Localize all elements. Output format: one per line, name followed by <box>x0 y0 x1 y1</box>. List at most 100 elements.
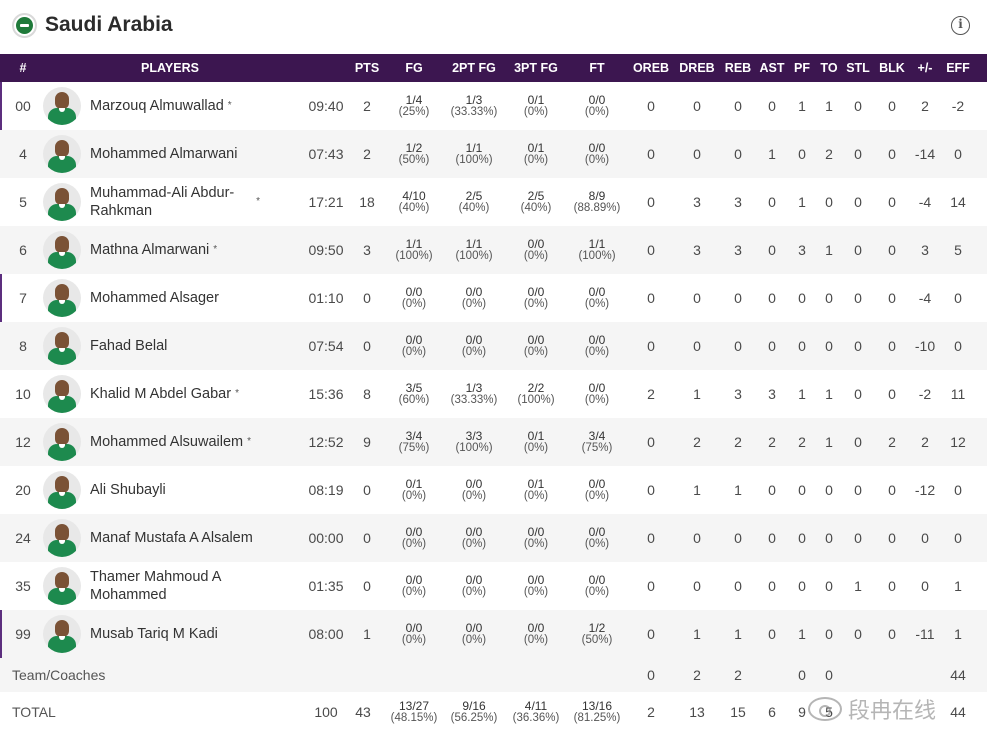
col-pf-header[interactable]: PF <box>788 54 816 82</box>
col-reb-header[interactable]: REB <box>719 54 757 82</box>
player-name-text[interactable]: Fahad Belal <box>90 337 167 355</box>
table-row: 20 Ali Shubayli 08:19 0 0/1 (0%) 0/0 (0%) 0/1 (0%… <box>0 466 987 514</box>
col-to-header[interactable]: TO <box>815 54 843 82</box>
stat-to: 1 <box>825 434 833 450</box>
stat-oreb: 0 <box>647 482 655 498</box>
weibo-logo-icon <box>808 697 842 721</box>
stat-eff: 0 <box>954 530 962 546</box>
stat-fg: 0/0 (0%) <box>401 573 427 598</box>
starter-marker: * <box>256 196 260 207</box>
stat-eff: 1 <box>954 626 962 642</box>
player-name-text[interactable]: Khalid M Abdel Gabar <box>90 385 231 403</box>
row-highlight-bar <box>0 610 2 658</box>
player-name[interactable]: Muhammad-Ali Abdur-Rahkman * <box>90 178 260 226</box>
stat-fg2: 1/1 (100%) <box>455 141 493 166</box>
stat-to: 1 <box>825 98 833 114</box>
player-name-text[interactable]: Mathna Almarwani <box>90 241 209 259</box>
stat-pm: 2 <box>921 98 929 114</box>
col-oreb-header[interactable]: OREB <box>631 54 671 82</box>
minutes: 08:19 <box>308 482 344 498</box>
stat-blk: 0 <box>888 578 896 594</box>
info-icon[interactable]: i <box>951 16 970 35</box>
stat-dreb: 3 <box>693 194 701 210</box>
player-avatar[interactable] <box>43 471 81 509</box>
col-2pt-fg-header[interactable]: 2PT FG <box>444 54 504 82</box>
minutes: 17:21 <box>308 194 344 210</box>
player-name[interactable]: Mohammed Alsager <box>90 274 290 322</box>
player-name[interactable]: Mathna Almarwani * <box>90 226 290 274</box>
player-name[interactable]: Manaf Mustafa A Alsalem <box>90 514 290 562</box>
jersey-number: 5 <box>19 194 27 210</box>
team-header: Saudi Arabia i <box>0 0 987 52</box>
player-avatar[interactable] <box>43 183 81 221</box>
player-name[interactable]: Thamer Mahmoud A Mohammed <box>90 562 260 610</box>
stat-dreb: 1 <box>693 626 701 642</box>
stat-oreb: 0 <box>647 242 655 258</box>
player-avatar[interactable] <box>43 135 81 173</box>
starter-marker: * <box>227 100 232 111</box>
player-avatar[interactable] <box>43 231 81 269</box>
stat-oreb: 0 <box>647 578 655 594</box>
player-name-text[interactable]: Mohammed Alsuwailem <box>90 433 243 451</box>
player-name[interactable]: Fahad Belal <box>90 322 290 370</box>
col-3pt-fg-header[interactable]: 3PT FG <box>506 54 566 82</box>
minutes: 01:35 <box>308 578 344 594</box>
player-name-text[interactable]: Thamer Mahmoud A Mohammed <box>90 568 260 604</box>
player-name[interactable]: Mohammed Alsuwailem * <box>90 418 290 466</box>
player-name-text[interactable]: Musab Tariq M Kadi <box>90 625 218 643</box>
player-name-text[interactable]: Muhammad-Ali Abdur-Rahkman <box>90 184 252 220</box>
table-row: 99 Musab Tariq M Kadi 08:00 1 0/0 (0%) 0/0 (0%)… <box>0 610 987 658</box>
player-name[interactable]: Mohammed Almarwani <box>90 130 290 178</box>
stat-fg2: 0/0 (0%) <box>461 333 487 358</box>
stat-ast: 0 <box>768 194 776 210</box>
stat-pf: 0 <box>798 338 806 354</box>
player-name-text[interactable]: Marzouq Almuwallad <box>90 97 224 115</box>
player-avatar[interactable] <box>43 423 81 461</box>
stat-to: 2 <box>825 146 833 162</box>
stat-blk: 0 <box>888 242 896 258</box>
col-plus-minus-header[interactable]: +/- <box>908 54 942 82</box>
minutes: 07:43 <box>308 146 344 162</box>
stat-fg: 0/0 (0%) <box>401 333 427 358</box>
stat-blk: 0 <box>888 386 896 402</box>
player-avatar[interactable] <box>43 375 81 413</box>
player-avatar[interactable] <box>43 567 81 605</box>
col-fg-header[interactable]: FG <box>384 54 444 82</box>
pts: 9 <box>363 434 371 450</box>
col-blk-header[interactable]: BLK <box>876 54 908 82</box>
col-pts-header[interactable]: PTS <box>350 54 384 82</box>
col-eff-header[interactable]: EFF <box>942 54 974 82</box>
stat-ast: 0 <box>768 98 776 114</box>
player-name-text[interactable]: Mohammed Alsager <box>90 289 219 307</box>
stat-fg3: 0/0 (0%) <box>523 525 549 550</box>
player-name[interactable]: Musab Tariq M Kadi <box>90 610 290 658</box>
stat-dreb: 0 <box>693 530 701 546</box>
col-ft-header[interactable]: FT <box>567 54 627 82</box>
team-name: Saudi Arabia <box>45 13 173 36</box>
stat-pm: 2 <box>921 434 929 450</box>
col-number-header[interactable]: # <box>8 54 38 82</box>
player-avatar[interactable] <box>43 615 81 653</box>
player-avatar[interactable] <box>43 327 81 365</box>
minutes: 00:00 <box>308 530 344 546</box>
stat-pf: 0 <box>798 578 806 594</box>
player-avatar[interactable] <box>43 519 81 557</box>
col-ast-header[interactable]: AST <box>758 54 786 82</box>
stat-fg2: 1/1 (100%) <box>455 237 493 262</box>
player-name[interactable]: Khalid M Abdel Gabar * <box>90 370 290 418</box>
player-name-text[interactable]: Ali Shubayli <box>90 481 166 499</box>
col-players-header[interactable]: PLAYERS <box>90 54 250 82</box>
player-avatar[interactable] <box>43 279 81 317</box>
total-oreb: 2 <box>647 704 655 720</box>
player-name[interactable]: Ali Shubayli <box>90 466 290 514</box>
player-name-text[interactable]: Manaf Mustafa A Alsalem <box>90 529 253 547</box>
col-stl-header[interactable]: STL <box>842 54 874 82</box>
player-avatar[interactable] <box>43 87 81 125</box>
stat-fg2: 1/3 (33.33%) <box>450 381 498 406</box>
player-name-text[interactable]: Mohammed Almarwani <box>90 145 237 163</box>
stat-reb: 1 <box>734 482 742 498</box>
stat-fg: 3/5 (60%) <box>398 381 430 406</box>
player-name[interactable]: Marzouq Almuwallad * <box>90 82 290 130</box>
stat-dreb: 3 <box>693 242 701 258</box>
col-dreb-header[interactable]: DREB <box>677 54 717 82</box>
